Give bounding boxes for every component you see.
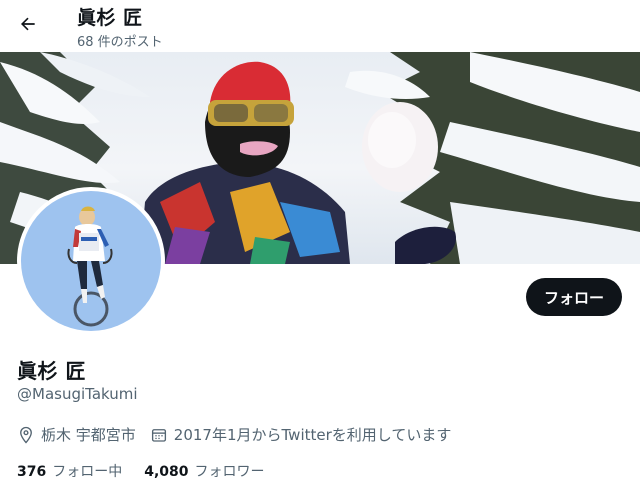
followers-count: 4,080 — [144, 464, 189, 480]
profile-meta: 栃木 宇都宮市 2017年1月からTwitterを利用しています — [17, 424, 465, 445]
join-date-text: 2017年1月からTwitterを利用しています — [173, 426, 452, 444]
following-link[interactable]: 376 フォロー中 — [17, 461, 122, 481]
follow-button[interactable]: フォロー — [526, 278, 622, 316]
location-text: 栃木 宇都宮市 — [41, 426, 136, 444]
top-bar: 眞杉 匠 68 件のポスト — [0, 0, 640, 52]
join-date: 2017年1月からTwitterを利用しています — [150, 424, 452, 445]
followers-label: フォロワー — [194, 464, 265, 480]
page-title: 眞杉 匠 — [77, 7, 143, 29]
map-pin-icon — [20, 426, 32, 444]
post-count: 68 件のポスト — [77, 35, 163, 50]
followers-link[interactable]: 4,080 フォロワー — [144, 461, 264, 481]
follow-stats: 376 フォロー中 4,080 フォロワー — [17, 461, 287, 481]
user-handle: @MasugiTakumi — [17, 385, 138, 403]
location: 栃木 宇都宮市 — [17, 424, 136, 445]
display-name: 眞杉 匠 — [17, 359, 86, 383]
following-count: 376 — [17, 464, 47, 480]
avatar[interactable] — [17, 187, 165, 335]
following-label: フォロー中 — [52, 464, 123, 480]
arrow-left-icon — [21, 17, 35, 31]
calendar-icon — [151, 428, 166, 442]
back-button[interactable] — [14, 10, 42, 38]
